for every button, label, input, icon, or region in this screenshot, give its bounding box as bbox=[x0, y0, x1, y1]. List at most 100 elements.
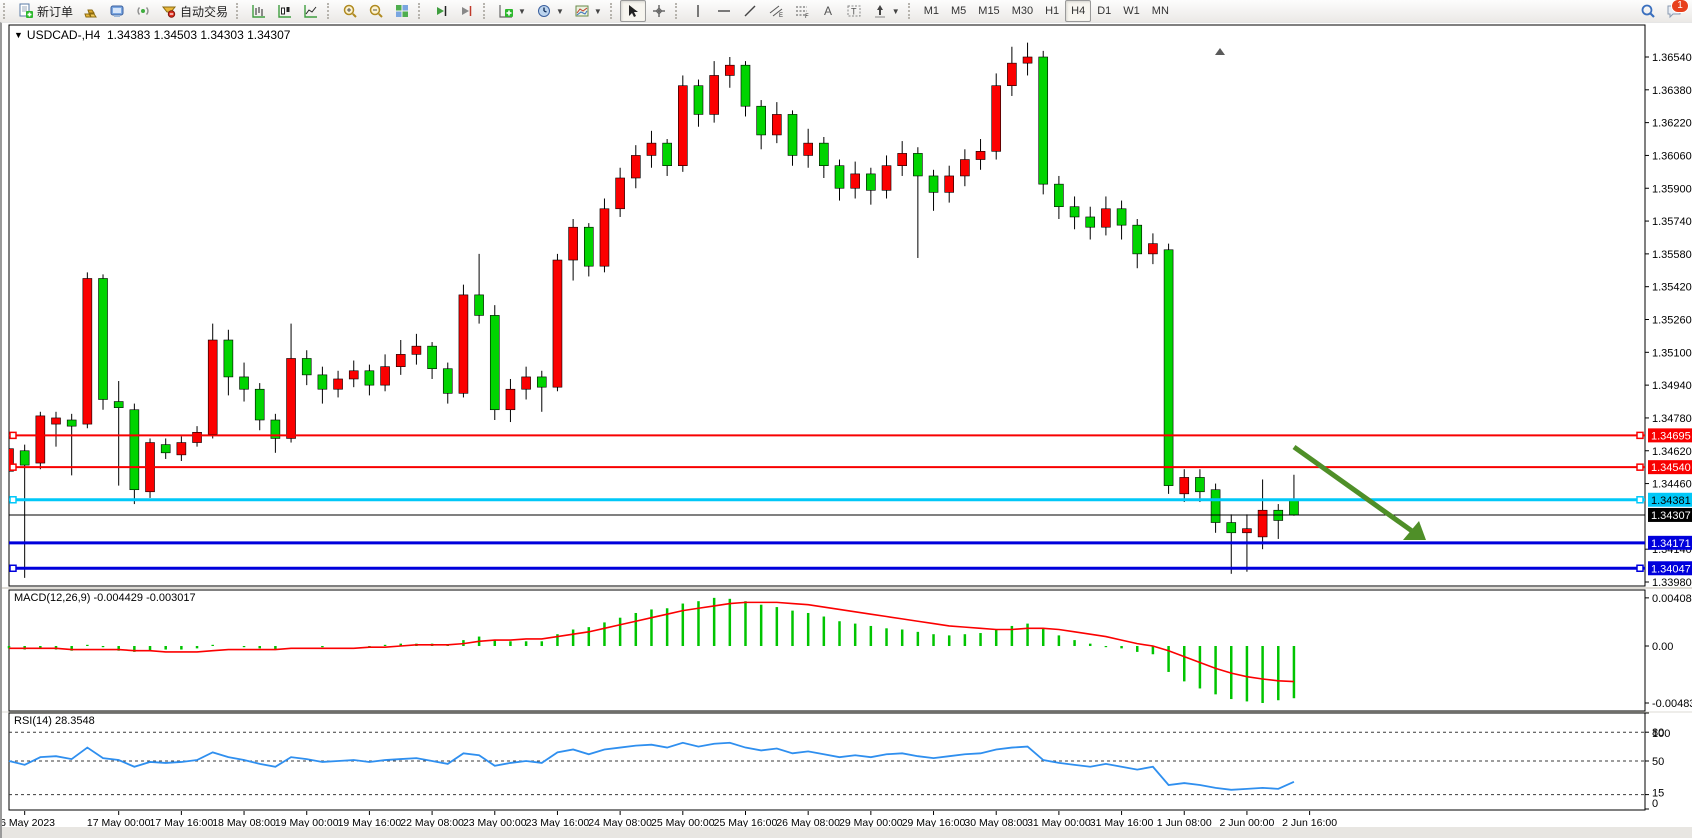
candle-body bbox=[1054, 184, 1063, 207]
timeframe-D1[interactable]: D1 bbox=[1091, 0, 1117, 22]
price-flag-label: 1.34540 bbox=[1651, 462, 1691, 474]
candle-body bbox=[725, 65, 734, 75]
data-window-button[interactable] bbox=[104, 0, 130, 22]
price-tick-label: 1.36540 bbox=[1652, 52, 1692, 64]
arrows-tool-button[interactable]: ▼ bbox=[867, 0, 905, 22]
timeframe-H1[interactable]: H1 bbox=[1039, 0, 1065, 22]
candle-body bbox=[537, 377, 546, 387]
search-icon[interactable] bbox=[1640, 3, 1656, 19]
horizontal-line-tool-button[interactable] bbox=[711, 0, 737, 22]
text-label-tool-button[interactable]: T bbox=[841, 0, 867, 22]
autotrading-icon bbox=[161, 3, 177, 19]
mt4-application: 新订单 bbox=[0, 0, 1692, 838]
price-tick-label: 1.34460 bbox=[1652, 479, 1692, 491]
toolbar: 新订单 bbox=[0, 0, 1692, 23]
chart-line-button[interactable] bbox=[298, 0, 324, 22]
candle-body bbox=[1242, 529, 1251, 533]
chart-candles-button[interactable] bbox=[272, 0, 298, 22]
svg-text:E: E bbox=[779, 13, 783, 19]
timeframe-MN[interactable]: MN bbox=[1146, 0, 1175, 22]
fibonacci-tool-button[interactable]: F bbox=[789, 0, 815, 22]
candle-body bbox=[114, 402, 123, 408]
vertical-line-tool-button[interactable] bbox=[685, 0, 711, 22]
price-tick-label: 1.36380 bbox=[1652, 85, 1692, 97]
chevron-down-icon: ▼ bbox=[518, 7, 526, 16]
crosshair-tool-button[interactable] bbox=[646, 0, 672, 22]
candle-body bbox=[616, 178, 625, 209]
candle-body bbox=[929, 176, 938, 192]
zoom-in-button[interactable] bbox=[337, 0, 363, 22]
candle-body bbox=[1289, 499, 1298, 515]
autotrading-button[interactable]: 自动交易 bbox=[156, 0, 233, 22]
line-handle[interactable] bbox=[1637, 565, 1643, 571]
candle-body bbox=[349, 371, 358, 379]
price-tick-label: 1.35260 bbox=[1652, 315, 1692, 327]
chart-surface[interactable]: 1.365401.363801.362201.360601.359001.357… bbox=[2, 23, 1692, 838]
candle-body bbox=[36, 416, 45, 463]
gold-bars-icon bbox=[83, 3, 99, 19]
candle-body bbox=[412, 346, 421, 354]
price-flag-label: 1.34307 bbox=[1651, 510, 1691, 522]
periods-button[interactable]: ▼ bbox=[531, 0, 569, 22]
auto-scroll-button[interactable] bbox=[428, 0, 454, 22]
cursor-icon bbox=[625, 3, 641, 19]
line-handle[interactable] bbox=[10, 464, 16, 470]
zoom-out-button[interactable] bbox=[363, 0, 389, 22]
zoom-in-icon bbox=[342, 3, 358, 19]
candle-body bbox=[1117, 209, 1126, 225]
channel-tool-button[interactable]: E bbox=[763, 0, 789, 22]
tile-windows-button[interactable] bbox=[389, 0, 415, 22]
candle-body bbox=[365, 371, 374, 385]
timeframe-group: M1M5M15M30H1H4D1W1MN bbox=[918, 0, 1175, 22]
chart-bars-button[interactable] bbox=[246, 0, 272, 22]
templates-button[interactable]: ▼ bbox=[569, 0, 607, 22]
price-flag-label: 1.34381 bbox=[1651, 495, 1691, 507]
line-handle[interactable] bbox=[1637, 497, 1643, 503]
notifications-button[interactable]: 1 bbox=[1666, 3, 1682, 19]
timeframe-H4[interactable]: H4 bbox=[1065, 0, 1091, 22]
rsi-tick-label: 0 bbox=[1652, 798, 1658, 810]
candle-body bbox=[1086, 217, 1095, 227]
candle-body bbox=[976, 151, 985, 159]
chart-dropdown-icon[interactable]: ▼ bbox=[14, 30, 23, 40]
market-watch-button[interactable] bbox=[78, 0, 104, 22]
candle-body bbox=[1258, 510, 1267, 537]
candle-body bbox=[992, 86, 1001, 152]
timeframe-W1[interactable]: W1 bbox=[1117, 0, 1146, 22]
trendline-tool-button[interactable] bbox=[737, 0, 763, 22]
cursor-tool-button[interactable] bbox=[620, 0, 646, 22]
signals-button[interactable] bbox=[130, 0, 156, 22]
main-pane[interactable] bbox=[9, 25, 1645, 586]
toolbar-grip bbox=[327, 3, 334, 19]
line-handle[interactable] bbox=[10, 565, 16, 571]
timeframe-M1[interactable]: M1 bbox=[918, 0, 945, 22]
candle-body bbox=[177, 443, 186, 455]
candle-body bbox=[287, 358, 296, 438]
indicators-icon bbox=[498, 3, 514, 19]
text-tool-button[interactable]: A bbox=[815, 0, 841, 22]
svg-text:T: T bbox=[851, 7, 857, 17]
timeframe-M5[interactable]: M5 bbox=[945, 0, 972, 22]
candle-body bbox=[208, 340, 217, 434]
line-handle[interactable] bbox=[1637, 464, 1643, 470]
pane-splitter[interactable] bbox=[2, 587, 1692, 589]
svg-text:A: A bbox=[824, 4, 832, 18]
pane-splitter[interactable] bbox=[2, 712, 1692, 713]
candle-body bbox=[819, 143, 828, 166]
price-tick-label: 1.34620 bbox=[1652, 446, 1692, 458]
candle-body bbox=[757, 106, 766, 135]
candle-body bbox=[193, 432, 202, 442]
line-handle[interactable] bbox=[10, 497, 16, 503]
chart-title: ▼USDCAD-,H4 1.34383 1.34503 1.34303 1.34… bbox=[14, 28, 290, 42]
candle-body bbox=[130, 410, 139, 490]
candle-body bbox=[788, 114, 797, 155]
line-handle[interactable] bbox=[10, 432, 16, 438]
indicators-button[interactable]: ▼ bbox=[493, 0, 531, 22]
timeframe-M30[interactable]: M30 bbox=[1006, 0, 1039, 22]
timeframe-M15[interactable]: M15 bbox=[972, 0, 1005, 22]
chart-shift-button[interactable] bbox=[454, 0, 480, 22]
fibonacci-icon: F bbox=[794, 3, 810, 19]
chart-window[interactable]: 1.365401.363801.362201.360601.359001.357… bbox=[0, 22, 1692, 838]
line-handle[interactable] bbox=[1637, 432, 1643, 438]
new-order-button[interactable]: 新订单 bbox=[13, 0, 78, 22]
